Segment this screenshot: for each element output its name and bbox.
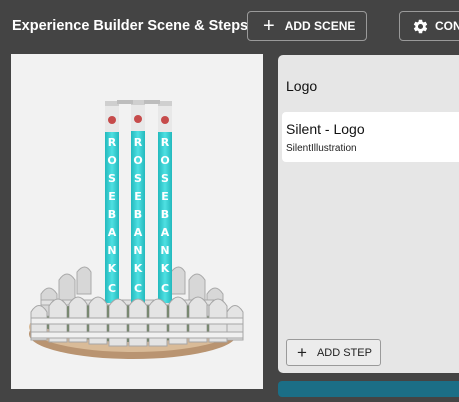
svg-text:K: K <box>108 262 117 275</box>
gear-icon <box>413 19 428 33</box>
svg-text:N: N <box>133 244 142 257</box>
add-step-button[interactable]: + ADD STEP <box>286 339 381 366</box>
cricket-stumps-model: ROS EBA NKC ROS EBA NKC ROS EBA NKC <box>29 100 244 359</box>
svg-text:O: O <box>107 154 116 167</box>
steps-panel: Logo Silent - Logo SilentIllustration + … <box>278 55 459 373</box>
svg-text:R: R <box>134 136 143 149</box>
config-label: CON <box>435 19 459 33</box>
svg-text:N: N <box>160 244 169 257</box>
svg-text:C: C <box>161 282 169 295</box>
svg-text:S: S <box>161 172 169 185</box>
svg-text:C: C <box>134 282 142 295</box>
step-type: SilentIllustration <box>286 143 357 154</box>
page-title: Experience Builder Scene & Steps <box>12 18 249 34</box>
svg-text:O: O <box>133 154 142 167</box>
svg-text:K: K <box>134 262 143 275</box>
add-scene-label: ADD SCENE <box>284 19 356 33</box>
teal-action-bar[interactable] <box>278 381 459 397</box>
add-step-label: ADD STEP <box>316 346 372 359</box>
svg-text:E: E <box>134 190 142 203</box>
svg-text:N: N <box>107 244 116 257</box>
step-title: Silent - Logo <box>286 121 365 137</box>
svg-text:R: R <box>108 136 117 149</box>
config-button[interactable]: CON <box>399 11 459 41</box>
svg-text:A: A <box>161 226 170 239</box>
svg-text:R: R <box>161 136 170 149</box>
svg-text:E: E <box>108 190 116 203</box>
svg-text:B: B <box>134 208 142 221</box>
svg-text:K: K <box>161 262 170 275</box>
plus-icon: + <box>263 15 275 37</box>
step-card[interactable]: Silent - Logo SilentIllustration <box>282 112 459 162</box>
scene-name: Logo <box>286 78 318 94</box>
plus-icon: + <box>297 343 307 362</box>
add-scene-button[interactable]: + ADD SCENE <box>247 11 367 41</box>
svg-text:A: A <box>108 226 117 239</box>
scene-preview[interactable]: ROS EBA NKC ROS EBA NKC ROS EBA NKC <box>11 54 263 389</box>
svg-text:B: B <box>161 208 169 221</box>
svg-text:A: A <box>134 226 143 239</box>
fence-front <box>30 296 244 347</box>
svg-text:E: E <box>161 190 169 203</box>
svg-text:S: S <box>134 172 142 185</box>
svg-text:C: C <box>108 282 116 295</box>
svg-text:O: O <box>160 154 169 167</box>
svg-text:S: S <box>108 172 116 185</box>
svg-text:B: B <box>108 208 116 221</box>
